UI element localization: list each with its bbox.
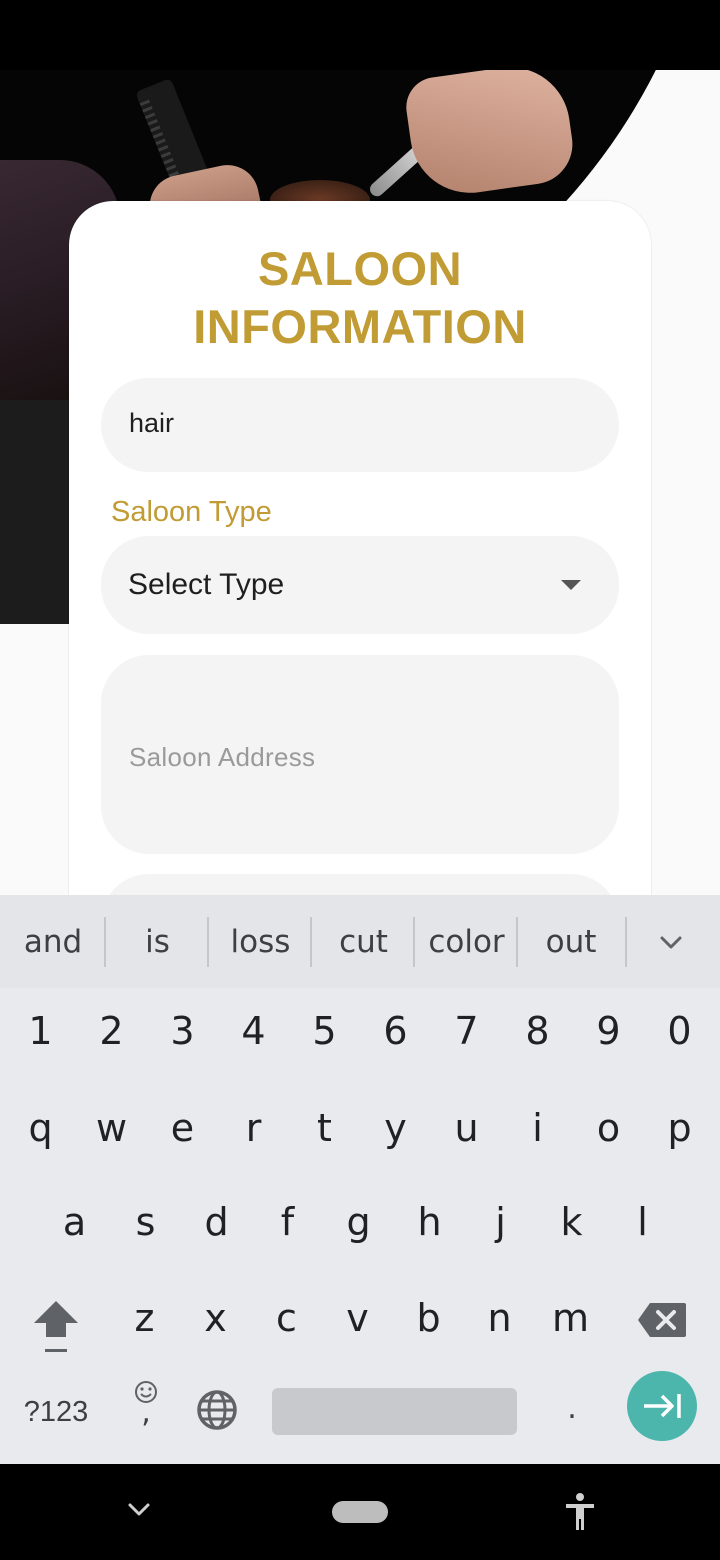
key-n[interactable]: n bbox=[464, 1283, 535, 1353]
saloon-name-input[interactable]: hair bbox=[101, 378, 619, 472]
key-q[interactable]: q bbox=[5, 1093, 76, 1163]
key-f[interactable]: f bbox=[252, 1187, 323, 1257]
key-c[interactable]: c bbox=[251, 1283, 322, 1353]
home-pill-icon[interactable] bbox=[332, 1501, 388, 1523]
chevron-down-icon[interactable] bbox=[660, 931, 682, 953]
screen: SALOON INFORMATION hair Saloon Type Sele… bbox=[0, 0, 720, 1560]
saloon-name-value: hair bbox=[129, 408, 175, 438]
key-b[interactable]: b bbox=[393, 1283, 464, 1353]
key-a[interactable]: a bbox=[39, 1187, 110, 1257]
key-3[interactable]: 3 bbox=[147, 996, 218, 1066]
page-title: SALOON INFORMATION bbox=[0, 240, 720, 356]
suggestion-2[interactable]: is bbox=[106, 918, 209, 966]
key-w[interactable]: w bbox=[76, 1093, 147, 1163]
key-y[interactable]: y bbox=[360, 1093, 431, 1163]
key-6[interactable]: 6 bbox=[360, 996, 431, 1066]
comma-label: , bbox=[141, 1395, 151, 1430]
key-8[interactable]: 8 bbox=[502, 996, 573, 1066]
soft-keyboard: and is loss cut color out 1 2 3 4 5 6 7 … bbox=[0, 895, 720, 1464]
globe-icon[interactable] bbox=[196, 1389, 238, 1431]
key-i[interactable]: i bbox=[502, 1093, 573, 1163]
key-9[interactable]: 9 bbox=[573, 996, 644, 1066]
saloon-type-value: Select Type bbox=[128, 568, 285, 601]
saloon-type-select[interactable]: Select Type bbox=[101, 536, 619, 634]
suggestion-3[interactable]: loss bbox=[209, 918, 312, 966]
page-title-line2: INFORMATION bbox=[193, 300, 527, 353]
tab-forward-icon bbox=[644, 1394, 681, 1418]
key-4[interactable]: 4 bbox=[218, 996, 289, 1066]
key-p[interactable]: p bbox=[644, 1093, 715, 1163]
key-1[interactable]: 1 bbox=[5, 996, 76, 1066]
suggestion-divider bbox=[625, 917, 627, 967]
key-r[interactable]: r bbox=[218, 1093, 289, 1163]
enter-key[interactable] bbox=[627, 1371, 697, 1441]
chevron-down-icon[interactable] bbox=[126, 1496, 152, 1522]
key-e[interactable]: e bbox=[147, 1093, 218, 1163]
key-0[interactable]: 0 bbox=[644, 996, 715, 1066]
key-2[interactable]: 2 bbox=[76, 996, 147, 1066]
suggestion-6[interactable]: out bbox=[518, 918, 624, 966]
suggestion-1[interactable]: and bbox=[0, 918, 106, 966]
key-m[interactable]: m bbox=[535, 1283, 606, 1353]
key-z[interactable]: z bbox=[109, 1283, 180, 1353]
key-d[interactable]: d bbox=[181, 1187, 252, 1257]
suggestion-4[interactable]: cut bbox=[312, 918, 415, 966]
key-j[interactable]: j bbox=[465, 1187, 536, 1257]
key-s[interactable]: s bbox=[110, 1187, 181, 1257]
saloon-address-placeholder: Saloon Address bbox=[129, 742, 316, 772]
space-key[interactable] bbox=[272, 1388, 517, 1435]
key-7[interactable]: 7 bbox=[431, 996, 502, 1066]
system-nav-bar bbox=[0, 1464, 720, 1560]
key-g[interactable]: g bbox=[323, 1187, 394, 1257]
key-v[interactable]: v bbox=[322, 1283, 393, 1353]
status-bar bbox=[0, 0, 720, 70]
backspace-icon[interactable] bbox=[636, 1301, 688, 1339]
key-h[interactable]: h bbox=[394, 1187, 465, 1257]
dropdown-arrow-icon bbox=[561, 580, 581, 590]
key-k[interactable]: k bbox=[536, 1187, 607, 1257]
accessibility-icon[interactable] bbox=[563, 1492, 597, 1532]
key-l[interactable]: l bbox=[607, 1187, 678, 1257]
period-key[interactable]: . bbox=[552, 1389, 592, 1429]
suggestion-5[interactable]: color bbox=[415, 918, 518, 966]
symbols-key[interactable]: ?123 bbox=[14, 1390, 98, 1434]
key-5[interactable]: 5 bbox=[289, 996, 360, 1066]
key-t[interactable]: t bbox=[289, 1093, 360, 1163]
key-o[interactable]: o bbox=[573, 1093, 644, 1163]
suggestion-bar: and is loss cut color out bbox=[0, 895, 720, 988]
key-x[interactable]: x bbox=[180, 1283, 251, 1353]
saloon-address-input[interactable]: Saloon Address bbox=[101, 655, 619, 854]
key-u[interactable]: u bbox=[431, 1093, 502, 1163]
saloon-type-label: Saloon Type bbox=[111, 496, 272, 528]
shift-icon[interactable] bbox=[30, 1297, 82, 1357]
page-title-line1: SALOON bbox=[257, 242, 463, 295]
emoji-comma-key[interactable]: , bbox=[128, 1379, 164, 1439]
